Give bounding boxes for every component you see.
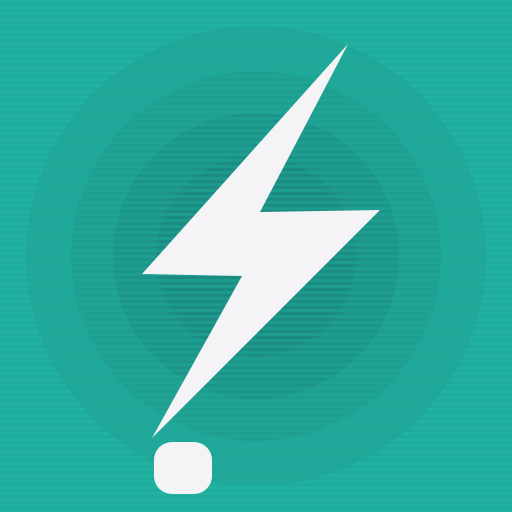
exclamation-dot-icon	[154, 442, 212, 494]
app-icon	[0, 0, 512, 512]
app-icon-canvas	[0, 0, 512, 512]
